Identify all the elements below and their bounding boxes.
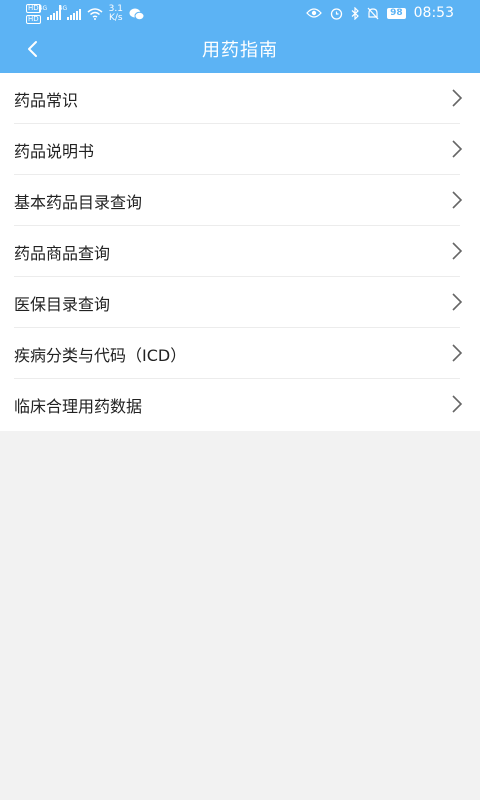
menu-item-drug-knowledge[interactable]: 药品常识 xyxy=(0,73,480,124)
menu-item-label: 药品说明书 xyxy=(14,142,95,161)
app-header: HD HD 4G 4G 3.1 K/s 98 08:53 用药指南 xyxy=(0,0,480,73)
menu-item-drug-product-query[interactable]: 药品商品查询 xyxy=(0,226,480,277)
speed-unit: K/s xyxy=(109,13,123,23)
chevron-right-icon xyxy=(452,89,463,107)
menu-item-clinical-rational-drug-data[interactable]: 临床合理用药数据 xyxy=(0,379,480,430)
status-time: 08:53 xyxy=(413,5,454,21)
menu-item-label: 医保目录查询 xyxy=(14,295,111,314)
mute-icon xyxy=(367,7,379,19)
status-left: HD HD 4G 4G 3.1 K/s xyxy=(26,3,145,25)
signal-icon-2: 4G xyxy=(58,5,81,20)
status-right: 98 08:53 xyxy=(306,4,454,22)
eye-icon xyxy=(306,8,322,18)
alarm-icon xyxy=(330,7,343,20)
chevron-right-icon xyxy=(452,191,463,209)
menu-item-essential-drug-catalog[interactable]: 基本药品目录查询 xyxy=(0,175,480,226)
chevron-right-icon xyxy=(452,293,463,311)
status-bar: HD HD 4G 4G 3.1 K/s 98 08:53 xyxy=(0,0,480,26)
menu-item-label: 药品商品查询 xyxy=(14,244,111,263)
menu-item-label: 药品常识 xyxy=(14,91,79,110)
menu-item-label: 基本药品目录查询 xyxy=(14,193,143,212)
menu-item-label: 疾病分类与代码（ICD） xyxy=(14,346,187,365)
wifi-icon xyxy=(87,8,103,20)
chevron-right-icon xyxy=(452,344,463,362)
bluetooth-icon xyxy=(351,6,359,20)
menu-item-drug-instructions[interactable]: 药品说明书 xyxy=(0,124,480,175)
hd-badge-2: HD xyxy=(26,15,41,24)
page-title: 用药指南 xyxy=(202,40,278,61)
battery-indicator: 98 xyxy=(387,7,406,19)
network-tag-2: 4G xyxy=(58,5,68,12)
wechat-icon xyxy=(129,8,145,20)
menu-item-label: 临床合理用药数据 xyxy=(14,397,143,416)
chevron-right-icon xyxy=(452,140,463,158)
guide-menu-list: 药品常识 药品说明书 基本药品目录查询 药品商品查询 医保目录查询 疾病分类与代… xyxy=(0,73,480,431)
chevron-right-icon xyxy=(452,395,463,413)
network-speed: 3.1 K/s xyxy=(109,5,123,23)
nav-bar: 用药指南 xyxy=(0,26,480,73)
network-tag-1: 4G xyxy=(38,5,48,12)
chevron-right-icon xyxy=(452,242,463,260)
menu-item-insurance-catalog[interactable]: 医保目录查询 xyxy=(0,277,480,328)
menu-item-icd-codes[interactable]: 疾病分类与代码（ICD） xyxy=(0,328,480,379)
